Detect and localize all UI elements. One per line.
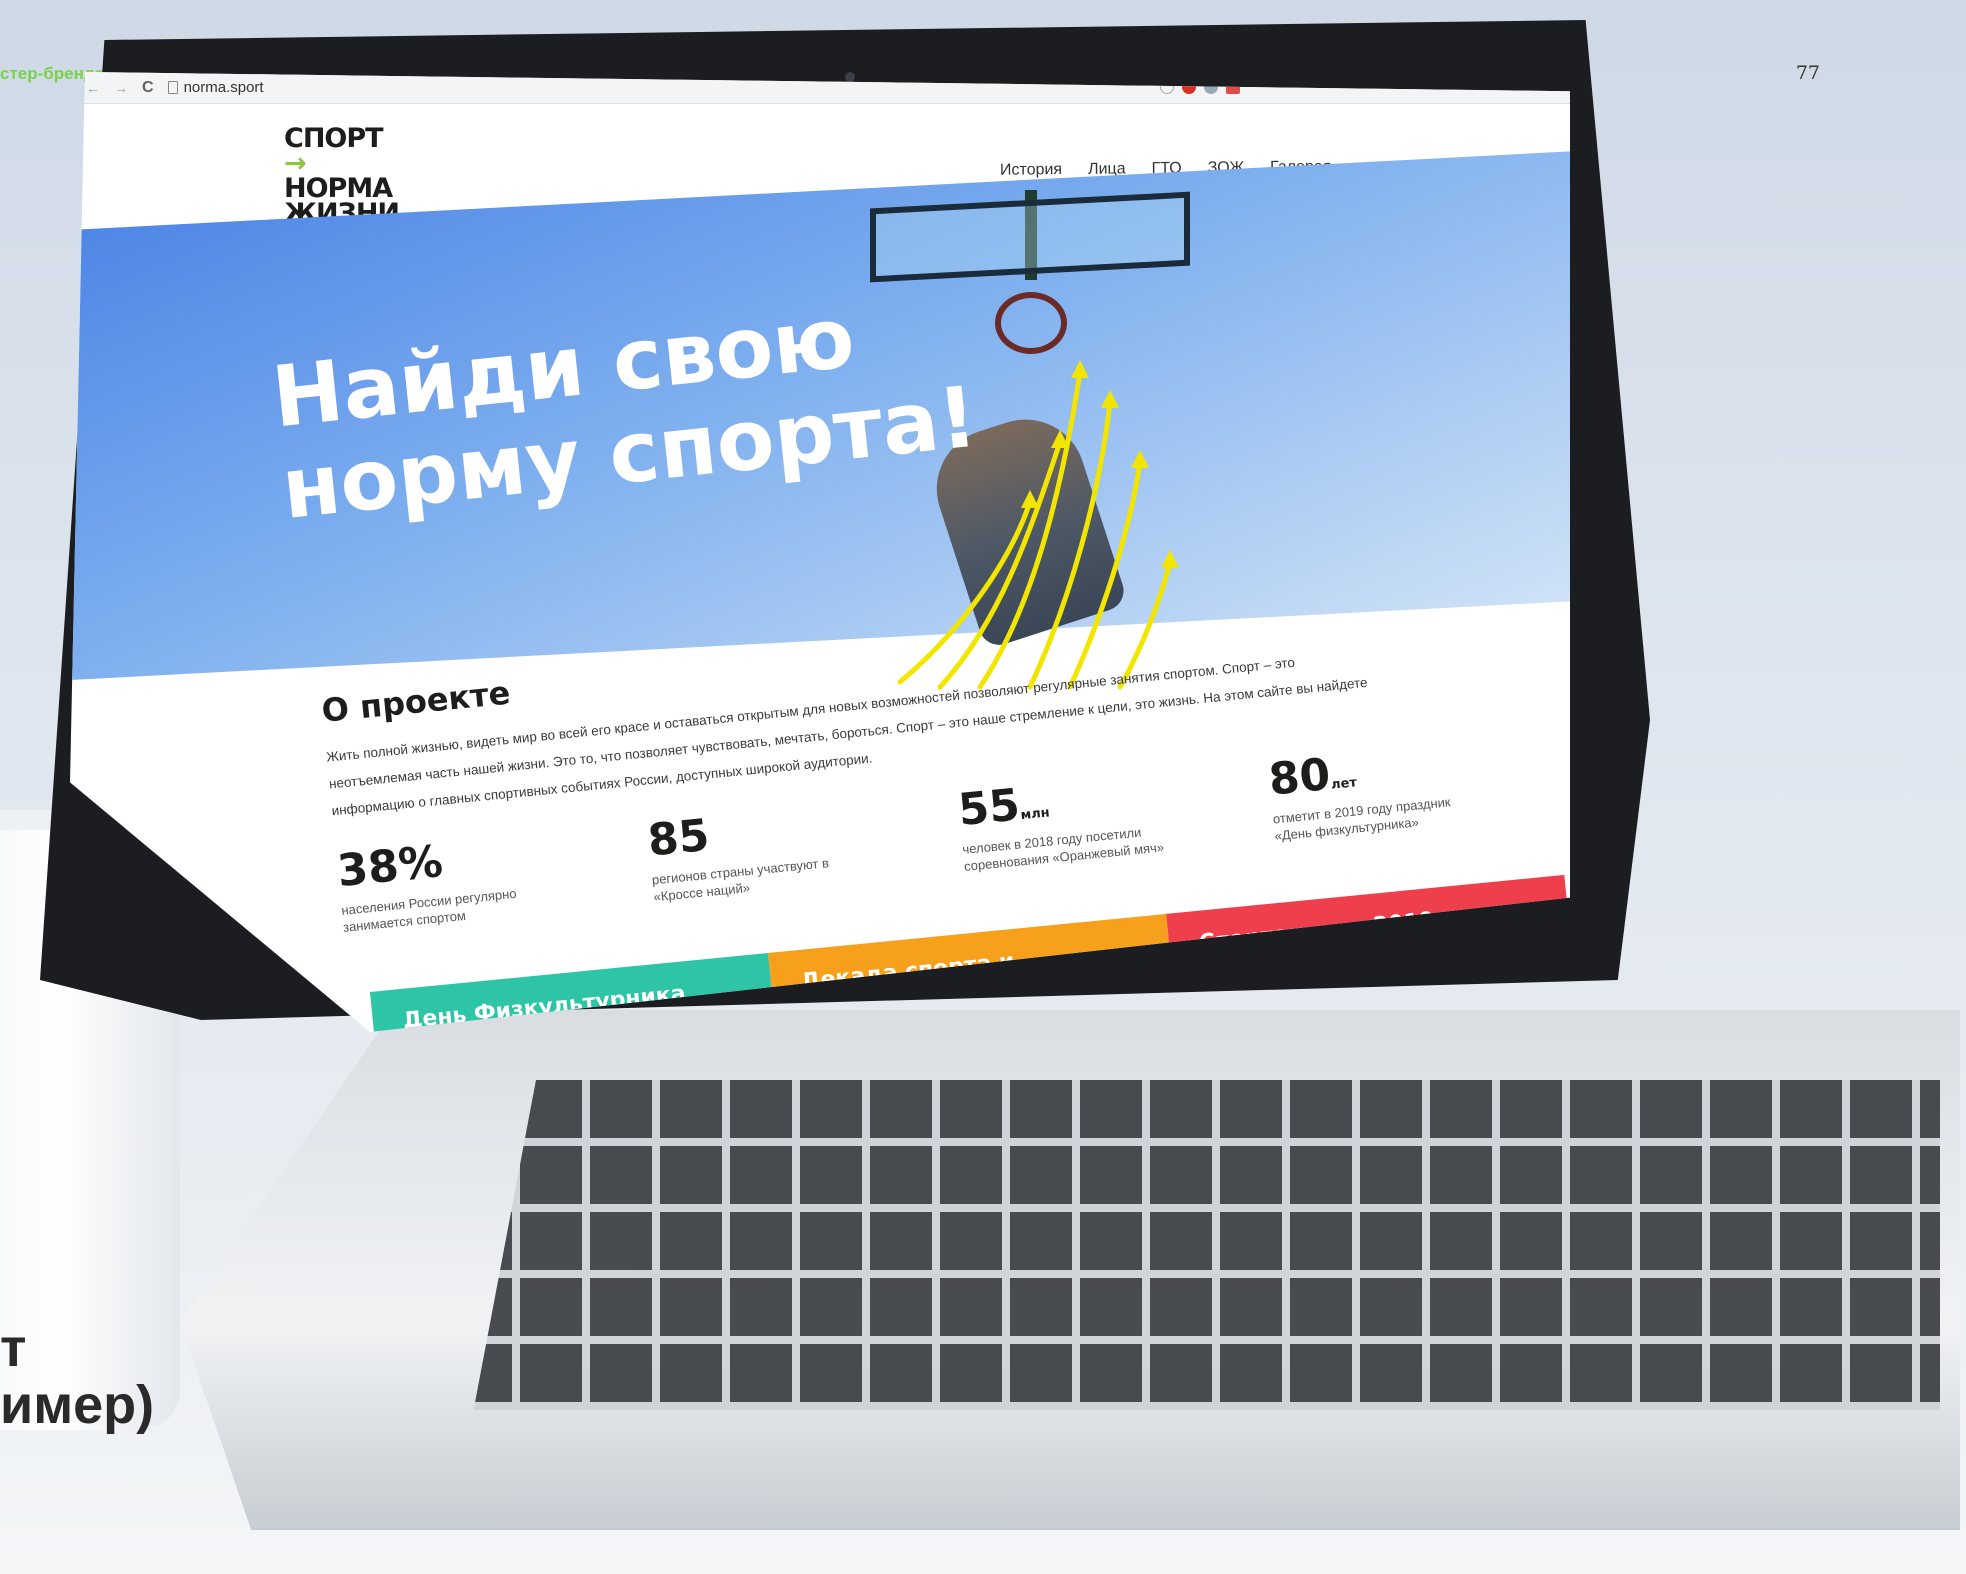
stat-item: 38% населения России регулярно занимаетс…: [335, 824, 607, 935]
nav-item-history[interactable]: История: [1000, 161, 1062, 180]
site-logo[interactable]: СПОРТ → НОРМА ЖИЗНИ: [284, 125, 400, 227]
stat-number: 80: [1266, 748, 1333, 806]
reload-icon[interactable]: C: [142, 79, 154, 97]
forward-arrow-icon[interactable]: →: [114, 81, 128, 95]
page-caption: т имер): [0, 1318, 155, 1435]
page-icon: [167, 81, 178, 94]
laptop-keyboard: [473, 1080, 1940, 1410]
stat-unit: млн: [1019, 805, 1051, 824]
stat-item: 80лет отметит в 2019 году праздник «День…: [1267, 733, 1538, 844]
camera-icon: [845, 72, 855, 82]
back-arrow-icon[interactable]: ←: [86, 81, 100, 95]
page-number: 77: [1795, 62, 1820, 84]
stat-value: 80лет: [1266, 733, 1534, 806]
address-bar[interactable]: norma.sport: [167, 79, 264, 96]
stat-item: 55млн человек в 2018 году посетили сорев…: [956, 764, 1228, 875]
stat-number: 38%: [335, 835, 445, 898]
stat-value: 38%: [335, 824, 603, 898]
url-text: norma.sport: [183, 79, 264, 96]
stat-unit: лет: [1330, 775, 1358, 793]
stat-value: 85: [645, 794, 913, 867]
stat-item: 85 регионов страны участвуют в «Кроссе н…: [646, 794, 917, 905]
stat-value: 55млн: [956, 764, 1224, 837]
browser-window: ← → C norma.sport СПОРТ → НОРМА ЖИЗНИ Ист…: [70, 72, 1570, 1032]
stat-number: 55: [956, 779, 1023, 837]
stat-number: 85: [645, 809, 712, 867]
